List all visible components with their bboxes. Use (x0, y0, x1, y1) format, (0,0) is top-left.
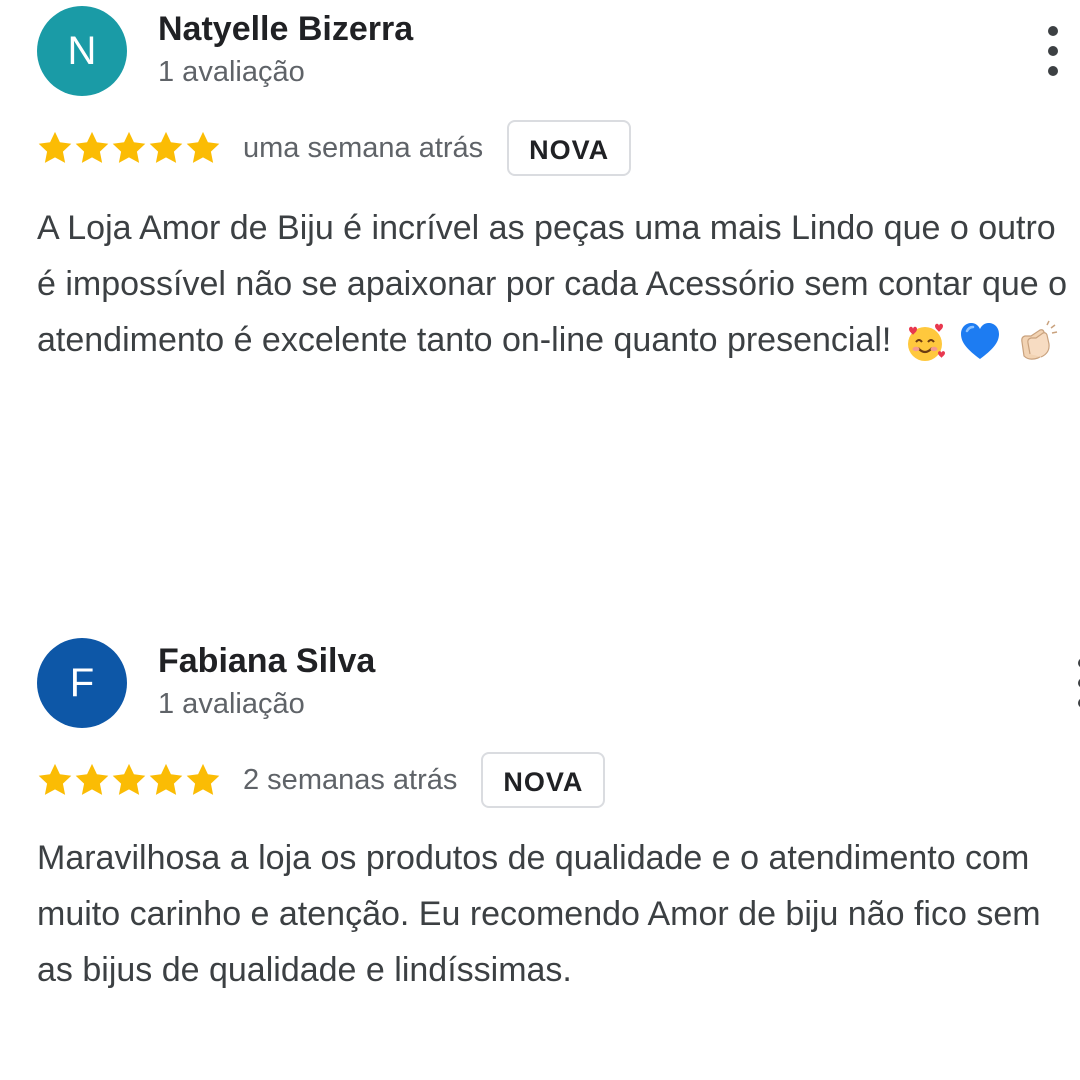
review-text-block: Maravilhosa a loja os produtos de qualid… (37, 830, 1073, 998)
star-rating (36, 129, 221, 167)
new-badge: NOVA (507, 120, 632, 176)
avatar[interactable]: N (37, 6, 127, 96)
review-text: Maravilhosa a loja os produtos de qualid… (37, 839, 1041, 989)
star-icon (73, 761, 111, 799)
more-options-icon[interactable] (1076, 658, 1080, 708)
review-date: 2 semanas atrás (243, 763, 458, 796)
star-icon (36, 129, 74, 167)
review-text-block: A Loja Amor de Biju é incrível as peças … (37, 200, 1073, 368)
review-meta: uma semana atrás NOVA (36, 118, 632, 178)
blue-heart-icon (958, 320, 1002, 364)
review-count: 1 avaliação (158, 56, 305, 88)
smiling-face-with-hearts-icon (903, 320, 947, 364)
new-badge: NOVA (481, 752, 606, 808)
review-count: 1 avaliação (158, 688, 305, 720)
reviewer-name[interactable]: Fabiana Silva (158, 642, 375, 681)
star-icon (110, 129, 148, 167)
reviews-list: N Natyelle Bizerra 1 avaliação uma seman… (0, 0, 1080, 1080)
star-icon (147, 761, 185, 799)
star-icon (36, 761, 74, 799)
avatar[interactable]: F (37, 638, 127, 728)
review-date: uma semana atrás (243, 131, 484, 164)
star-icon (73, 129, 111, 167)
reviewer-name[interactable]: Natyelle Bizerra (158, 10, 413, 49)
review-meta: 2 semanas atrás NOVA (36, 750, 606, 810)
star-icon (184, 761, 222, 799)
star-icon (147, 129, 185, 167)
more-options-icon[interactable] (1046, 26, 1060, 76)
star-rating (36, 761, 221, 799)
star-icon (110, 761, 148, 799)
clapping-hands-icon (1014, 320, 1058, 364)
star-icon (184, 129, 222, 167)
